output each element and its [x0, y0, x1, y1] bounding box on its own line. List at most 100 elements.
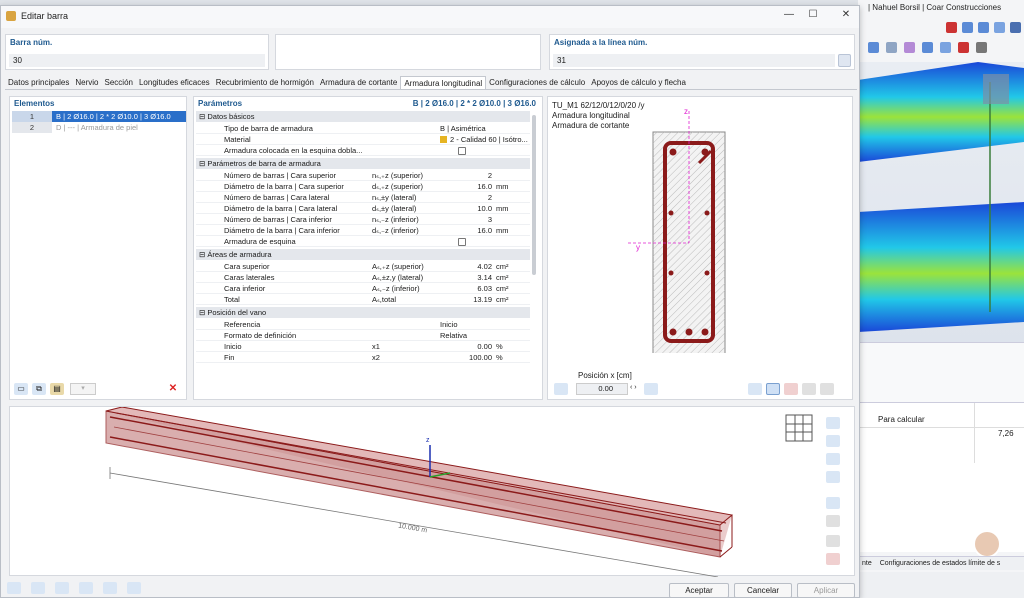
display-options-icon[interactable]: [766, 383, 780, 395]
settings-icon[interactable]: [826, 535, 840, 547]
cube-icon-2[interactable]: [978, 22, 989, 33]
units-icon[interactable]: [31, 582, 45, 594]
tab-3[interactable]: Longitudes eficaces: [136, 76, 213, 89]
parameter-row[interactable]: Caras laterales Aₛ,±z,y (lateral) 3.14 cm²: [196, 272, 530, 283]
wireframe-icon[interactable]: [826, 471, 840, 483]
reset-view-icon[interactable]: [826, 553, 840, 565]
parameter-row[interactable]: Total Aₛ,total 13.19 cm²: [196, 294, 530, 305]
parameter-row[interactable]: Cara superior Aₛ,₊z (superior) 4.02 cm²: [196, 261, 530, 272]
view-icon[interactable]: [868, 42, 879, 53]
new-element-icon[interactable]: ▭: [14, 383, 28, 395]
parameter-row[interactable]: Armadura colocada en la esquina dobla...: [196, 145, 530, 156]
parameter-row[interactable]: Número de barras | Cara inferior nₛ,₋z (i…: [196, 214, 530, 225]
save-icon[interactable]: [802, 383, 816, 395]
info-icon[interactable]: [79, 582, 93, 594]
checkbox[interactable]: [458, 145, 466, 156]
position-stepper-icon[interactable]: ‹ ›: [630, 384, 637, 391]
apply-button[interactable]: Aplicar: [797, 583, 855, 598]
dimension-icon[interactable]: [826, 497, 840, 509]
library-icon[interactable]: ▤: [50, 383, 64, 395]
parameter-row[interactable]: Diámetro de la barra | Cara superior dₛ,₊…: [196, 181, 530, 192]
tab-7[interactable]: Configuraciones de cálculo: [486, 76, 588, 89]
maximize-button[interactable]: ☐: [803, 9, 823, 20]
parameter-row[interactable]: Tipo de barra de armadura B | Asimétrica: [196, 123, 530, 134]
parameter-row[interactable]: Número de barras | Cara lateral nₛ,±y (la…: [196, 192, 530, 203]
pointer-icon[interactable]: [644, 383, 658, 395]
assigned-line-field[interactable]: 31: [553, 54, 835, 67]
tab-limit-state-config[interactable]: Configuraciones de estados límite de s: [880, 560, 1001, 567]
camera-icon[interactable]: [976, 42, 987, 53]
axis-view-icon[interactable]: [826, 435, 840, 447]
model-icon[interactable]: [55, 582, 69, 594]
cancel-button[interactable]: Cancelar: [734, 583, 792, 598]
checkbox[interactable]: [458, 236, 466, 247]
collapse-icon[interactable]: ⊟: [196, 112, 207, 121]
pick-line-icon[interactable]: [838, 54, 851, 67]
help-icon[interactable]: [7, 582, 21, 594]
close-button[interactable]: ✕: [836, 9, 856, 20]
cube-icon[interactable]: [962, 22, 973, 33]
check-icon[interactable]: [103, 582, 117, 594]
display-icon[interactable]: [826, 453, 840, 465]
print-model-icon[interactable]: [826, 515, 840, 527]
position-x-input[interactable]: 0.00: [576, 383, 628, 395]
tab-1[interactable]: Nervio: [72, 76, 101, 89]
model-3d-view[interactable]: 10.000 m z: [9, 406, 855, 577]
collapse-icon[interactable]: ⊟: [196, 308, 207, 317]
close-view-icon[interactable]: [958, 42, 969, 53]
parameter-name: Diámetro de la barra | Cara superior: [224, 182, 344, 191]
bar-description-box[interactable]: [275, 34, 541, 70]
elements-header: Elementos: [14, 99, 55, 108]
parameter-row[interactable]: Diámetro de la barra | Cara lateral dₛ,±y…: [196, 203, 530, 214]
parameter-row[interactable]: Material 2 - Calidad 60 | Isótro...: [196, 134, 530, 145]
parameter-value: 6.03: [477, 284, 492, 293]
tab-partial[interactable]: nte: [862, 560, 872, 567]
pan-icon[interactable]: [922, 42, 933, 53]
minimize-button[interactable]: —: [779, 9, 799, 20]
list-item[interactable]: 2 D | --- | Armadura de piel: [12, 122, 186, 133]
render-icon[interactable]: [784, 383, 798, 395]
tab-4[interactable]: Recubrimiento de hormigón: [213, 76, 317, 89]
function-icon[interactable]: [127, 582, 141, 594]
view-cube-icon[interactable]: [826, 417, 840, 429]
element-options-dropdown[interactable]: ▾: [70, 383, 96, 395]
copy-element-icon[interactable]: ⧉: [32, 383, 46, 395]
parameter-row[interactable]: Diámetro de la barra | Cara inferior dₛ,₋…: [196, 225, 530, 236]
results-3d-viewport[interactable]: [858, 62, 1024, 342]
parameter-row[interactable]: Referencia Inicio: [196, 319, 530, 330]
delete-icon[interactable]: [946, 22, 957, 33]
tab-5[interactable]: Armadura de cortante: [317, 76, 400, 89]
parameter-row[interactable]: Armadura de esquina: [196, 236, 530, 247]
tab-6[interactable]: Armadura longitudinal: [400, 76, 487, 89]
orbit-icon[interactable]: [904, 42, 915, 53]
tab-0[interactable]: Datos principales: [5, 76, 72, 89]
zoom-icon[interactable]: [940, 42, 951, 53]
section-header[interactable]: ⊟ Parámetros de barra de armadura: [196, 158, 530, 169]
filter-icon[interactable]: [1010, 22, 1021, 33]
tab-8[interactable]: Apoyos de cálculo y flecha: [588, 76, 689, 89]
print-icon[interactable]: [820, 383, 834, 395]
cube-icon-3[interactable]: [994, 22, 1005, 33]
collapse-icon[interactable]: ⊟: [196, 159, 207, 168]
collapse-icon[interactable]: ⊟: [196, 250, 207, 259]
section-header[interactable]: ⊟ Áreas de armadura: [196, 249, 530, 260]
filter-icon[interactable]: [748, 383, 762, 395]
tab-2[interactable]: Sección: [102, 76, 136, 89]
delete-element-icon[interactable]: ✕: [166, 383, 180, 395]
parameter-symbol: nₛ,₊z (superior): [372, 171, 423, 180]
list-item[interactable]: 1 B | 2 Ø16.0 | 2 * 2 Ø10.0 | 3 Ø16.0: [12, 111, 186, 122]
parameters-scrollbar[interactable]: [532, 115, 536, 275]
parameter-value: B | Asimétrica: [440, 124, 486, 133]
section-header[interactable]: ⊟ Posición del vano: [196, 307, 530, 318]
parameter-row[interactable]: Inicio x1 0.00%: [196, 341, 530, 352]
accept-button[interactable]: Aceptar: [669, 583, 729, 598]
section-header[interactable]: ⊟ Datos básicos: [196, 111, 530, 122]
parameter-row[interactable]: Fin x2 100.00%: [196, 352, 530, 363]
bar-number-field[interactable]: 30: [9, 54, 265, 67]
parameter-row[interactable]: Cara inferior Aₛ,₋z (inferior) 6.03 cm²: [196, 283, 530, 294]
select-icon[interactable]: [886, 42, 897, 53]
avatar[interactable]: [973, 530, 1001, 558]
parameter-row[interactable]: Formato de definición Relativa: [196, 330, 530, 341]
parameter-row[interactable]: Número de barras | Cara superior nₛ,₊z (s…: [196, 170, 530, 181]
table-view-icon[interactable]: [554, 383, 568, 395]
